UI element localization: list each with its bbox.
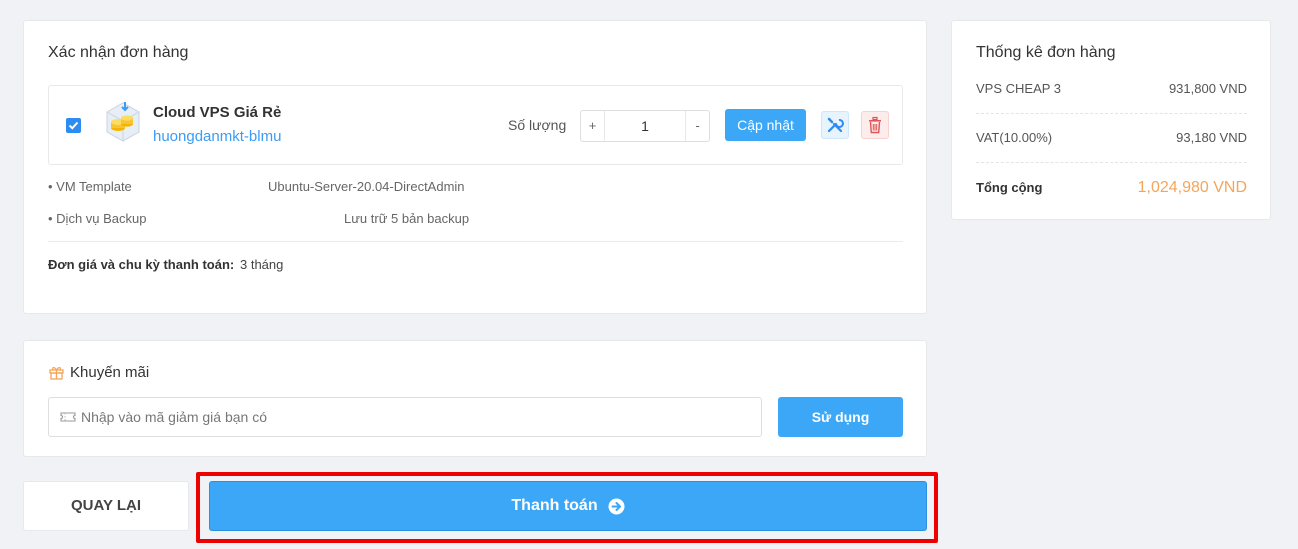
billing-cycle-label: Đơn giá và chu kỳ thanh toán:: [48, 257, 235, 272]
total-label: Tổng cộng: [976, 180, 1043, 195]
back-button[interactable]: QUAY LẠI: [23, 481, 189, 531]
ticket-icon: [60, 412, 76, 422]
coupon-input[interactable]: [81, 398, 751, 436]
divider: [48, 241, 903, 242]
vat-label: VAT(10.00%): [976, 130, 1053, 145]
total-value: 1,024,980 VND: [1137, 179, 1247, 196]
apply-coupon-button[interactable]: Sử dụng: [778, 397, 903, 437]
order-title: Xác nhận đơn hàng: [48, 44, 189, 61]
divider: [976, 162, 1247, 163]
checkout-label: Thanh toán: [511, 497, 598, 514]
product-checkbox[interactable]: [66, 118, 81, 133]
checkout-button[interactable]: Thanh toán: [209, 481, 927, 531]
quantity-increase-button[interactable]: +: [581, 111, 605, 141]
product-name: Cloud VPS Giá Rẻ: [153, 104, 282, 121]
quantity-input[interactable]: 1: [605, 111, 685, 141]
summary-item-value: 931,800 VND: [1168, 81, 1247, 96]
spec-label-vm-template: • VM Template: [48, 179, 132, 194]
trash-icon: [869, 116, 881, 134]
update-button[interactable]: Cập nhật: [725, 109, 806, 141]
spec-value-vm-template: Ubuntu-Server-20.04-DirectAdmin: [268, 179, 465, 194]
tools-icon: [827, 117, 844, 133]
quantity-decrease-button[interactable]: -: [685, 111, 709, 141]
billing-cycle-value: 3 tháng: [240, 257, 284, 272]
product-hostname-link[interactable]: huongdanmkt-blmu: [153, 128, 281, 145]
gift-icon: [49, 367, 64, 380]
vat-value: 93,180 VND: [1176, 130, 1247, 145]
server-coins-icon: [106, 102, 140, 142]
summary-title: Thống kê đơn hàng: [976, 44, 1116, 61]
coupon-field: [48, 397, 762, 437]
product-item: Cloud VPS Giá Rẻ huongdanmkt-blmu Số lượ…: [48, 85, 903, 165]
spec-value-backup: Lưu trữ 5 bản backup: [344, 211, 470, 226]
promotion-title: Khuyến mãi: [70, 364, 150, 381]
quantity-stepper: + 1 -: [580, 110, 710, 142]
promotion-card: Khuyến mãi Sử dụng: [23, 340, 927, 457]
arrow-right-circle-icon: [608, 498, 625, 514]
order-summary-card: Thống kê đơn hàng VPS CHEAP 3 931,800 VN…: [951, 20, 1271, 220]
order-confirmation-card: Xác nhận đơn hàng Cloud VPS Giá Rẻ huong…: [23, 20, 927, 314]
checkbox-checked-icon: [68, 121, 79, 130]
summary-item-label: VPS CHEAP 3: [976, 81, 1062, 96]
spec-label-backup: • Dịch vụ Backup: [48, 211, 147, 226]
quantity-label: Số lượng: [508, 117, 567, 133]
divider: [976, 113, 1247, 114]
delete-button[interactable]: [861, 111, 889, 139]
configure-button[interactable]: [821, 111, 849, 139]
